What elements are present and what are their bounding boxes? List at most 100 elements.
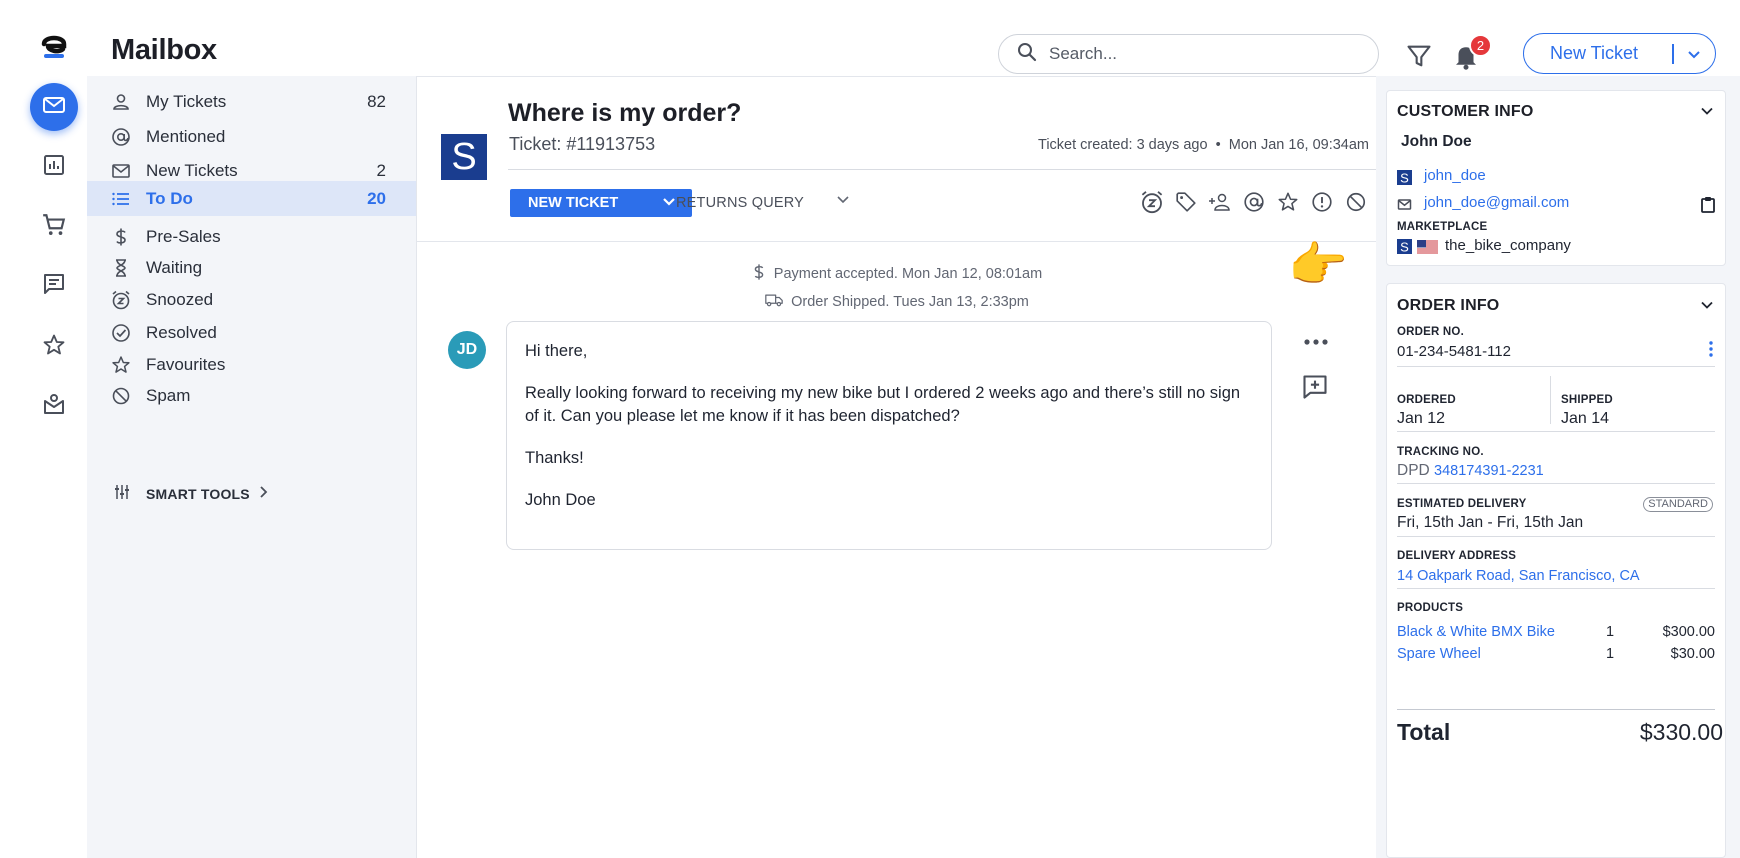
carrier-name: DPD xyxy=(1397,462,1430,479)
est-delivery-value: Fri, 15th Jan - Fri, 15th Jan xyxy=(1397,514,1584,531)
ticket-number: Ticket: #11913753 xyxy=(509,134,656,154)
product-link[interactable]: Spare Wheel xyxy=(1397,646,1481,662)
new-ticket-label: New Ticket xyxy=(1550,43,1639,63)
message-paragraph: Really looking forward to receiving my n… xyxy=(525,384,1241,425)
ticket-action-bar xyxy=(1135,188,1373,216)
order-no-value: 01-234-5481-112 xyxy=(1397,343,1511,360)
product-row: Spare Wheel 1 $30.00 xyxy=(1397,646,1715,666)
us-flag-icon xyxy=(1417,240,1438,259)
kebab-menu-icon[interactable] xyxy=(1709,340,1713,363)
nav-item-count: 82 xyxy=(367,92,386,111)
icon-rail xyxy=(0,18,87,858)
at-icon xyxy=(111,127,131,147)
tracking-link[interactable]: 348174391-2231 xyxy=(1434,463,1544,479)
nav-item-to-do[interactable]: To Do 20 xyxy=(87,181,416,216)
delivery-address-link[interactable]: 14 Oakpark Road, San Francisco, CA xyxy=(1397,568,1640,584)
product-price: $300.00 xyxy=(1662,624,1715,640)
product-row: Black & White BMX Bike 1 $300.00 xyxy=(1397,624,1715,644)
shipping-type-badge: STANDARD xyxy=(1643,497,1713,512)
brand-logo[interactable] xyxy=(40,30,68,60)
nav-item-label: Waiting xyxy=(146,258,203,277)
message-paragraph: John Doe xyxy=(525,491,596,509)
tag-icon[interactable] xyxy=(1169,188,1203,216)
product-price: $30.00 xyxy=(1670,646,1715,662)
analytics-icon xyxy=(42,153,66,182)
nav-item-my-tickets[interactable]: My Tickets 82 xyxy=(87,84,416,119)
assign-user-icon[interactable] xyxy=(1203,188,1237,216)
rail-chat-button[interactable] xyxy=(30,262,78,310)
nav-item-count: 20 xyxy=(367,189,386,208)
add-note-button[interactable] xyxy=(1301,373,1331,403)
inbox-user-icon xyxy=(42,392,66,421)
product-link[interactable]: Black & White BMX Bike xyxy=(1397,624,1555,640)
snooze-icon[interactable] xyxy=(1135,188,1169,216)
user-icon xyxy=(111,92,131,112)
info-panel: CUSTOMER INFO John Doe S john_doe john_d… xyxy=(1376,76,1740,858)
timeline-event: Payment accepted. Mon Jan 12, 08:01am xyxy=(417,263,1377,285)
ellipsis-icon xyxy=(1303,333,1329,351)
nav-item-snoozed[interactable]: Snoozed xyxy=(87,282,416,317)
chevron-down-icon[interactable] xyxy=(1674,46,1716,62)
product-qty: 1 xyxy=(1606,624,1615,640)
customer-username-link[interactable]: john_doe xyxy=(1424,167,1486,184)
chevron-down-icon[interactable] xyxy=(1699,297,1715,318)
order-info-card: ORDER INFO ORDER NO. 01-234-5481-112 ORD… xyxy=(1386,283,1726,858)
more-options-button[interactable] xyxy=(1299,331,1333,353)
svg-text:S: S xyxy=(1400,239,1409,254)
ticket-status-dropdown[interactable]: NEW TICKET xyxy=(510,189,692,217)
rail-analytics-button[interactable] xyxy=(30,143,78,191)
customer-email-link[interactable]: john_doe@gmail.com xyxy=(1424,194,1569,211)
tracking-row: DPD 348174391-2231 xyxy=(1397,462,1544,480)
products-label: PRODUCTS xyxy=(1397,602,1464,614)
nav-item-mentioned[interactable]: Mentioned xyxy=(87,119,416,154)
notification-badge: 2 xyxy=(1469,34,1492,57)
nav-item-favourites[interactable]: Favourites xyxy=(87,347,416,382)
nav-item-count: 2 xyxy=(376,161,386,180)
star-icon xyxy=(42,333,66,362)
total-label: Total xyxy=(1397,719,1451,745)
nav-item-label: New Tickets xyxy=(146,161,238,180)
spam-icon[interactable] xyxy=(1339,188,1373,216)
nav-item-label: Snoozed xyxy=(146,290,214,309)
ticket-status-label: NEW TICKET xyxy=(528,195,619,211)
message-paragraph: Thanks! xyxy=(525,449,584,467)
chevron-down-icon xyxy=(835,192,851,212)
store-logo: S xyxy=(441,134,487,180)
customer-name: John Doe xyxy=(1401,133,1472,150)
clipboard-icon[interactable] xyxy=(1701,196,1715,218)
search-input[interactable] xyxy=(1049,44,1349,64)
favourite-icon[interactable] xyxy=(1271,188,1305,216)
ticket-tag-label: RETURNS QUERY xyxy=(676,195,805,211)
alert-icon[interactable] xyxy=(1305,188,1339,216)
search-bar[interactable] xyxy=(998,34,1379,74)
mention-icon[interactable] xyxy=(1237,188,1271,216)
dollar-icon xyxy=(752,263,766,285)
check-circle-icon xyxy=(111,323,131,343)
nav-item-resolved[interactable]: Resolved xyxy=(87,315,416,350)
nav-item-label: Favourites xyxy=(146,355,226,374)
filter-button[interactable] xyxy=(1405,42,1435,72)
mail-icon xyxy=(42,93,66,122)
ticket-panel: S Where is my order? Ticket: #11913753 T… xyxy=(416,76,1377,858)
nav-item-spam[interactable]: Spam xyxy=(87,378,416,413)
svg-text:S: S xyxy=(1400,170,1409,185)
nav-item-pre-sales[interactable]: Pre-Sales xyxy=(87,219,416,254)
chevron-down-icon[interactable] xyxy=(1699,103,1715,124)
rail-inbox-user-button[interactable] xyxy=(30,382,78,430)
rail-cart-button[interactable] xyxy=(30,203,78,251)
rail-favourites-button[interactable] xyxy=(30,323,78,371)
new-ticket-button[interactable]: New Ticket xyxy=(1523,33,1716,74)
rail-mail-button[interactable] xyxy=(30,83,78,131)
nav-item-waiting[interactable]: Waiting xyxy=(87,250,416,285)
nav-item-label: Pre-Sales xyxy=(146,227,221,246)
page-title: Mailbox xyxy=(111,34,217,66)
bell-icon xyxy=(1451,47,1481,75)
address-label: DELIVERY ADDRESS xyxy=(1397,550,1517,562)
divider xyxy=(1397,709,1715,710)
message-paragraph: Hi there, xyxy=(525,342,588,360)
ticket-tag-dropdown[interactable]: RETURNS QUERY xyxy=(676,195,849,211)
smart-tools-toggle[interactable]: SMART TOOLS xyxy=(87,479,416,509)
ticket-header: S Where is my order? Ticket: #11913753 T… xyxy=(417,76,1377,242)
pointing-hand-icon: 👉 xyxy=(1288,239,1348,292)
divider xyxy=(1397,431,1715,432)
